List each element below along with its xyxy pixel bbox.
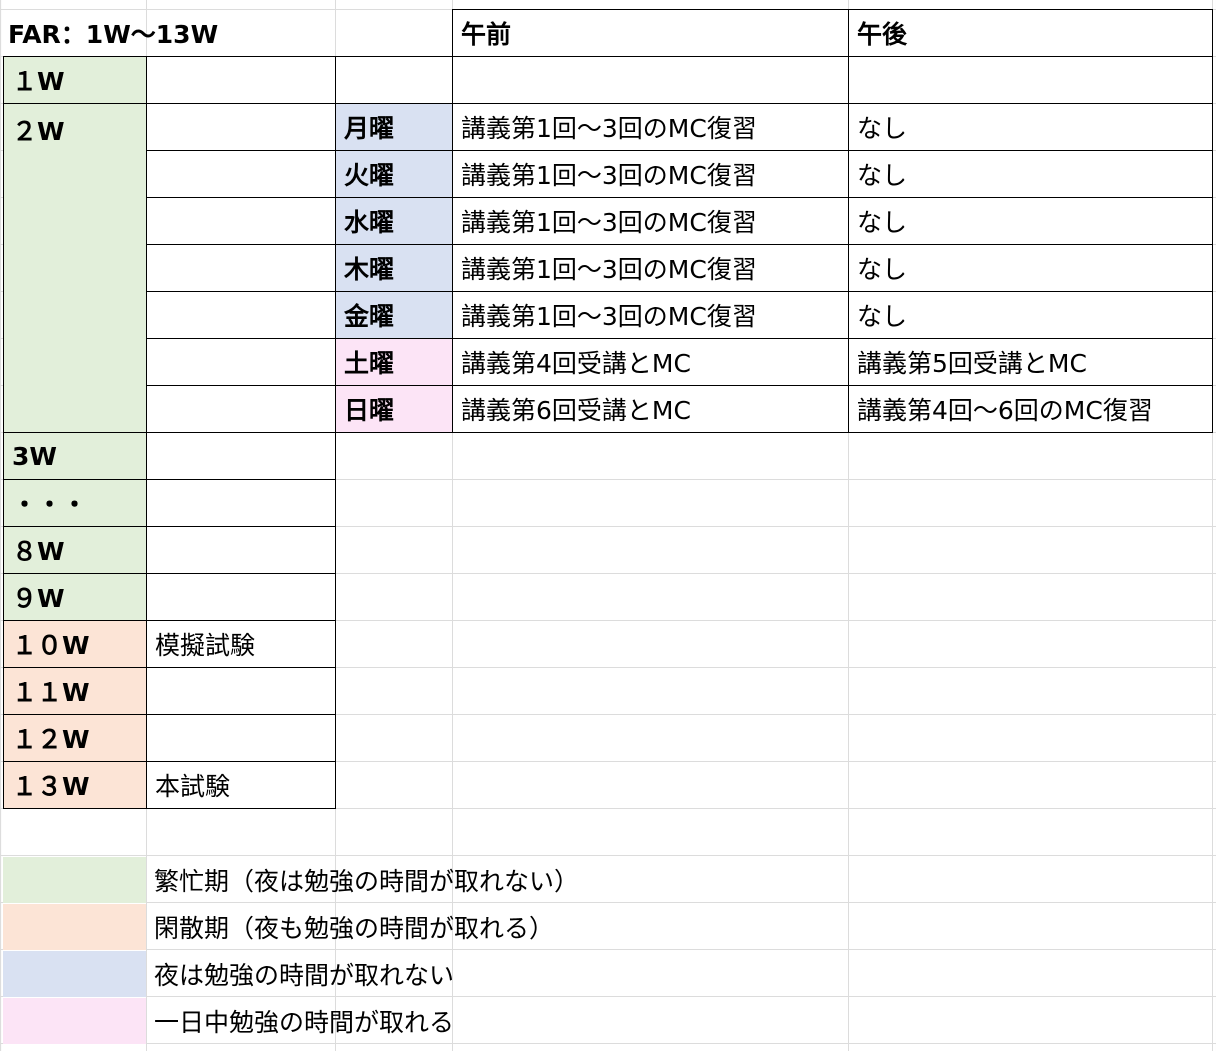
day-cell-empty[interactable] — [335, 56, 453, 104]
pm-plan[interactable]: 講義第4回～6回のMC復習 — [848, 385, 1213, 433]
pm-cell-empty[interactable] — [848, 56, 1213, 104]
week-label[interactable]: ・・・ — [3, 479, 147, 527]
pm-plan[interactable]: なし — [848, 291, 1213, 339]
legend-swatch-free[interactable] — [3, 904, 146, 950]
legend-label[interactable]: 閑散期（夜も勉強の時間が取れる） — [146, 903, 846, 950]
legend-label[interactable]: 一日中勉強の時間が取れる — [146, 997, 846, 1044]
week-label[interactable]: ２W — [3, 103, 147, 433]
day-label[interactable]: 月曜 — [335, 103, 453, 151]
week-note[interactable] — [146, 197, 336, 245]
am-plan[interactable]: 講義第4回受講とMC — [452, 338, 849, 386]
week-note[interactable] — [146, 573, 336, 621]
week-note[interactable] — [146, 385, 336, 433]
week-label[interactable]: １０W — [3, 620, 147, 668]
am-plan[interactable]: 講義第1回～3回のMC復習 — [452, 103, 849, 151]
header-pm[interactable]: 午後 — [848, 9, 1213, 57]
am-plan[interactable]: 講義第1回～3回のMC復習 — [452, 150, 849, 198]
week-label[interactable]: ９W — [3, 573, 147, 621]
pm-plan[interactable]: なし — [848, 150, 1213, 198]
week-label[interactable]: １１W — [3, 667, 147, 715]
legend-label[interactable]: 夜は勉強の時間が取れない — [146, 950, 846, 997]
week-label[interactable]: １W — [3, 56, 147, 104]
week-note[interactable] — [146, 338, 336, 386]
week-note[interactable] — [146, 150, 336, 198]
legend-swatch-weekend[interactable] — [3, 998, 146, 1044]
day-label[interactable]: 木曜 — [335, 244, 453, 292]
am-plan[interactable]: 講義第1回～3回のMC復習 — [452, 244, 849, 292]
week-note[interactable] — [146, 291, 336, 339]
week-label[interactable]: １３W — [3, 761, 147, 809]
am-plan[interactable]: 講義第1回～3回のMC復習 — [452, 197, 849, 245]
week-note[interactable] — [146, 526, 336, 574]
week-note[interactable] — [146, 103, 336, 151]
legend-label[interactable]: 繁忙期（夜は勉強の時間が取れない） — [146, 856, 846, 903]
am-cell-empty[interactable] — [452, 56, 849, 104]
week-label[interactable]: 3W — [3, 432, 147, 480]
week-label[interactable]: １２W — [3, 714, 147, 762]
day-label[interactable]: 土曜 — [335, 338, 453, 386]
week-note[interactable] — [146, 244, 336, 292]
day-label[interactable]: 金曜 — [335, 291, 453, 339]
pm-plan[interactable]: なし — [848, 103, 1213, 151]
legend-swatch-weekday[interactable] — [3, 951, 146, 997]
pm-plan[interactable]: なし — [848, 244, 1213, 292]
day-label[interactable]: 水曜 — [335, 197, 453, 245]
legend-swatch-busy[interactable] — [3, 857, 146, 903]
week-note[interactable]: 模擬試験 — [146, 620, 336, 668]
pm-plan[interactable]: なし — [848, 197, 1213, 245]
week-label[interactable]: ８W — [3, 526, 147, 574]
week-note[interactable] — [146, 432, 336, 480]
week-note[interactable] — [146, 56, 336, 104]
sheet-title[interactable]: FAR：1W～13W — [0, 9, 335, 56]
week-note[interactable]: 本試験 — [146, 761, 336, 809]
week-note[interactable] — [146, 714, 336, 762]
day-label[interactable]: 火曜 — [335, 150, 453, 198]
am-plan[interactable]: 講義第6回受講とMC — [452, 385, 849, 433]
week-note[interactable] — [146, 479, 336, 527]
am-plan[interactable]: 講義第1回～3回のMC復習 — [452, 291, 849, 339]
day-label[interactable]: 日曜 — [335, 385, 453, 433]
week-note[interactable] — [146, 667, 336, 715]
pm-plan[interactable]: 講義第5回受講とMC — [848, 338, 1213, 386]
header-am[interactable]: 午前 — [452, 9, 849, 57]
